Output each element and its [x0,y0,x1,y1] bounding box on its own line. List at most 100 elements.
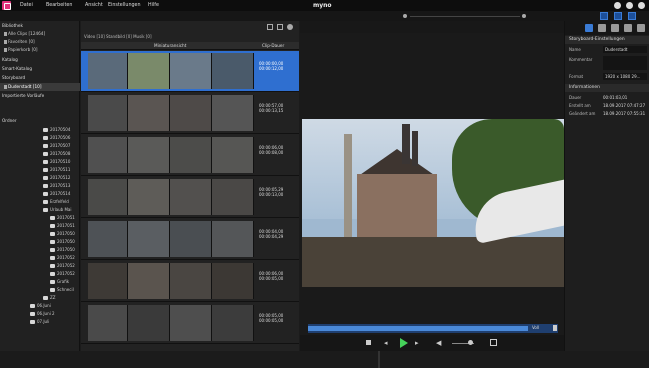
format-select[interactable]: 1920 x 1080 29... [603,73,647,80]
strip-thumbnails[interactable] [88,95,254,131]
strip-thumbnails[interactable] [88,305,254,341]
layout-3-icon[interactable] [628,12,636,20]
folder-item[interactable]: 20170513 [43,182,70,190]
folder-icon [50,280,55,284]
folder-item[interactable]: 20170512 [43,174,70,182]
layout-1-icon[interactable] [600,12,608,20]
library-item-trash[interactable]: Papierkorb [0] [0,46,80,54]
thumbnail-frame [170,263,212,299]
strip-row[interactable]: 00:00:06,00 00:00:05,00 [81,261,299,302]
folder-item[interactable]: 20170508 [43,150,70,158]
library-header[interactable]: Bibliothek [0,22,80,30]
storyboard-header[interactable]: Storyboard [0,74,80,82]
folder-item[interactable]: 20170514 [43,190,70,198]
folder-icon [43,136,48,140]
strip-thumbnails[interactable] [88,221,254,257]
menu-ansicht[interactable]: Ansicht [85,3,103,8]
folder-label: 06.Juni [37,303,51,308]
strip-row[interactable]: 00:00:05,29 00:00:13,00 [81,177,299,218]
folder-item[interactable]: 06.Juni 2 [30,310,55,318]
media-tabs[interactable]: Video [10] Standbild [0] Musik [0] [81,34,299,41]
help-icon[interactable] [614,2,621,9]
folder-icon [50,224,55,228]
close-icon[interactable] [638,2,645,9]
next-icon[interactable]: ▸ [415,339,419,347]
comment-field[interactable] [603,56,647,70]
strip-row[interactable]: 00:00:05,00 00:00:05,00 [81,303,299,344]
folder-item[interactable]: 2017052 [50,254,75,262]
folder-item[interactable]: 2017052 [50,270,75,278]
folder-label: 2017052 [57,271,75,276]
folder-item[interactable]: 20170506 [43,134,70,142]
clip-duration: 00:00:13,15 [259,108,284,113]
library-item-favorites[interactable]: Favoriten [0] [0,38,80,46]
strip-row[interactable]: 00:00:04,00 00:00:04,29 [81,219,299,260]
strip-thumbnails[interactable] [88,53,254,89]
thumbnail-frame [170,305,212,341]
menu-hilfe[interactable]: Hilfe [148,3,159,8]
folder-item[interactable]: 20170511 [43,166,70,174]
strip-thumbnails[interactable] [88,179,254,215]
media-icon[interactable] [624,24,632,32]
created-value: 18.09.2017 07:47:27 [603,103,646,108]
menu-bearbeiten[interactable]: Bearbeiten [46,3,72,8]
snapshot-icon[interactable] [490,339,497,346]
smart-katalog-header[interactable]: Smart-Katalog [0,65,80,73]
strip-row[interactable]: 00:00:57,00 00:00:13,15 [81,93,299,134]
filmstrip-panel: Video [10] Standbild [0] Musik [0] Minia… [81,21,380,368]
menu-datei[interactable]: Datei [20,3,33,8]
folder-icon [50,232,55,236]
play-icon[interactable] [400,338,408,348]
strip-row[interactable]: 00:00:06,00 00:00:08,00 [81,135,299,176]
folder-icon [50,240,55,244]
folder-label: 20170507 [50,143,71,148]
folder-item[interactable]: Erzfelfeld [43,198,69,206]
folder-item[interactable]: Urlaub Mai [43,206,72,214]
folder-item[interactable]: 20170510 [43,158,70,166]
redo-icon[interactable] [277,24,283,30]
library-item-all-clips[interactable]: Alle Clips [12464] [0,30,80,38]
audio-icon[interactable] [637,24,645,32]
folder-item[interactable]: 2017050 [50,246,75,254]
stop-icon[interactable] [366,340,371,345]
folder-item[interactable]: 07.Juli [30,318,49,326]
library-panel: Bibliothek Alle Clips [12464] Favoriten … [0,21,80,351]
settings-icon[interactable] [626,2,633,9]
zoom-in-icon[interactable] [522,14,526,18]
folder-item[interactable]: Schnecil [50,286,74,294]
export-icon[interactable] [611,24,619,32]
layout-2-icon[interactable] [614,12,622,20]
strip-thumbnails[interactable] [88,263,254,299]
folder-item[interactable]: 2017052 [50,262,75,270]
folder-item[interactable]: 2017050 [50,230,75,238]
strip-row[interactable]: 00:00:00,00 00:00:12,00 [81,51,299,92]
undo-icon[interactable] [267,24,273,30]
properties-tab-icon[interactable] [585,24,593,32]
volume-knob[interactable] [468,340,473,345]
folder-item[interactable]: 06.Juni [30,302,51,310]
zoom-out-icon[interactable] [403,14,407,18]
volume-icon[interactable]: ◀ [436,339,441,347]
folder-item[interactable]: 2017051 [50,214,75,222]
folder-item[interactable]: 2017051 [50,222,75,230]
ordner-header[interactable]: Ordner [0,117,80,125]
zoom-slider[interactable] [410,16,520,17]
timeline-bar[interactable]: Voll [308,324,558,333]
video-frame[interactable] [302,119,564,287]
folder-item[interactable]: 20170507 [43,142,70,150]
folder-item[interactable]: 20170504 [43,126,70,134]
prev-icon[interactable]: ◂ [384,339,388,347]
gear-icon[interactable] [287,24,293,30]
folder-item[interactable]: Grafik [50,278,69,286]
katalog-header[interactable]: Katalog [0,56,80,64]
folder-item[interactable]: 2017050 [50,238,75,246]
name-field[interactable]: Duderstadt [603,46,647,53]
folder-item[interactable]: ZZ [43,294,55,302]
menu-einstellungen[interactable]: Einstellungen [108,3,141,8]
exports-header[interactable]: Importierte Vorläufe [0,92,80,100]
strip-thumbnails[interactable] [88,137,254,173]
download-icon[interactable] [553,325,557,331]
storyboard-item-duderstadt[interactable]: Duderstadt [10] [0,83,80,91]
strip-times: 00:00:57,00 00:00:13,15 [259,103,283,113]
share-icon[interactable] [598,24,606,32]
